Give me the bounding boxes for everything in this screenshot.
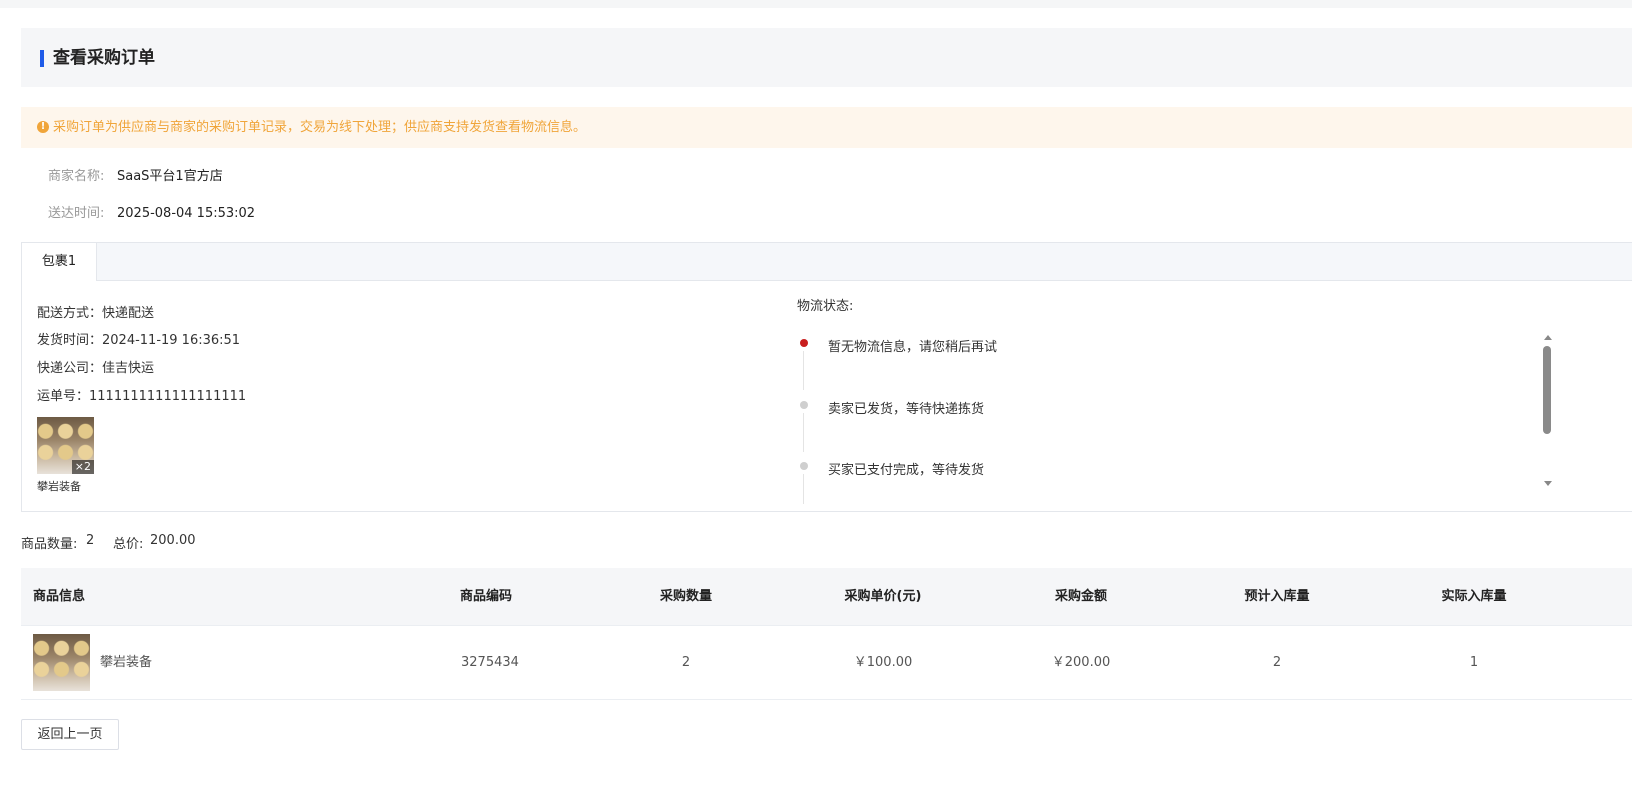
timeline-dot-current [800, 339, 808, 347]
package-panel: 包裹1 配送方式：快递配送 发货时间：2024-11-19 16:36:51 快… [21, 242, 1632, 512]
product-table: 商品信息 商品编码 采购数量 采购单价(元) 采购金额 预计入库量 实际入库量 … [21, 568, 1632, 700]
package-product-thumbnail[interactable]: ×2 [37, 417, 94, 474]
item-count-badge: ×2 [71, 460, 94, 474]
purchase-amount: ￥200.00 [1051, 655, 1111, 670]
timeline-item-text: 买家已支付完成，等待发货 [828, 463, 985, 478]
package-tabbar: 包裹1 [22, 243, 1632, 281]
page-header: 查看采购订单 [21, 28, 1632, 87]
column-header-product-info: 商品信息 [33, 589, 86, 604]
page: 查看采购订单 ! 采购订单为供应商与商家的采购订单记录，交易为线下处理；供应商支… [0, 8, 1632, 796]
timeline-connector [803, 351, 804, 390]
table-header: 商品信息 商品编码 采购数量 采购单价(元) 采购金额 预计入库量 实际入库量 [21, 568, 1632, 626]
title-accent-bar [40, 50, 44, 67]
ship-time: 发货时间：2024-11-19 16:36:51 [37, 333, 241, 348]
product-code: 3275434 [461, 655, 519, 670]
total-price-label: 总价: [113, 537, 144, 552]
product-name: 攀岩装备 [100, 655, 153, 670]
timeline-dot [800, 401, 808, 409]
timeline-connector [803, 474, 804, 504]
logistics-status-label: 物流状态: [797, 299, 854, 314]
quantity-value: 2 [86, 533, 95, 548]
notice-banner: ! 采购订单为供应商与商家的采购订单记录，交易为线下处理；供应商支持发货查看物流… [21, 107, 1632, 148]
timeline-item-text: 暂无物流信息，请您稍后再试 [828, 340, 998, 355]
product-thumbnail[interactable] [33, 634, 90, 691]
column-header-purchase-qty: 采购数量 [659, 589, 712, 604]
courier-company: 快递公司：佳吉快运 [37, 361, 155, 376]
column-header-expected-in: 预计入库量 [1244, 589, 1310, 604]
timeline-connector [803, 413, 804, 452]
expected-in-qty: 2 [1272, 655, 1282, 670]
timeline-item-text: 卖家已发货，等待快递拣货 [828, 402, 985, 417]
page-title: 查看采购订单 [53, 48, 155, 68]
tracking-number: 运单号：1111111111111111111 [37, 389, 247, 404]
column-header-amount: 采购金额 [1054, 589, 1107, 604]
scrollbar-thumb[interactable] [1543, 346, 1551, 434]
purchase-qty: 2 [681, 655, 691, 670]
unit-price: ￥100.00 [853, 655, 913, 670]
quantity-label: 商品数量: [21, 537, 78, 552]
column-header-unit-price: 采购单价(元) [844, 589, 922, 604]
table-row: 攀岩装备 3275434 2 ￥100.00 ￥200.00 2 1 [21, 626, 1632, 700]
delivery-method: 配送方式：快递配送 [37, 306, 155, 321]
actual-in-qty: 1 [1469, 655, 1479, 670]
package-product-name: 攀岩装备 [37, 480, 81, 493]
tab-package-1[interactable]: 包裹1 [22, 243, 97, 281]
merchant-name-value: SaaS平台1官方店 [117, 169, 223, 184]
merchant-name-label: 商家名称: [48, 169, 105, 184]
column-header-actual-in: 实际入库量 [1441, 589, 1507, 604]
notice-text: 采购订单为供应商与商家的采购订单记录，交易为线下处理；供应商支持发货查看物流信息… [53, 120, 587, 135]
back-button[interactable]: 返回上一页 [21, 719, 119, 750]
scroll-down-arrow-icon[interactable] [1544, 481, 1552, 486]
delivery-time-value: 2025-08-04 15:53:02 [117, 206, 256, 221]
column-header-product-code: 商品编码 [460, 589, 513, 604]
timeline-dot [800, 462, 808, 470]
logistics-timeline: 暂无物流信息，请您稍后再试 卖家已发货，等待快递拣货 买家已支付完成，等待发货 [797, 325, 1557, 505]
total-price-value: 200.00 [150, 533, 196, 548]
timeline-scrollbar[interactable] [1542, 327, 1554, 493]
delivery-time-label: 送达时间: [48, 206, 105, 221]
scroll-up-arrow-icon[interactable] [1544, 335, 1552, 340]
warning-icon: ! [37, 121, 49, 133]
